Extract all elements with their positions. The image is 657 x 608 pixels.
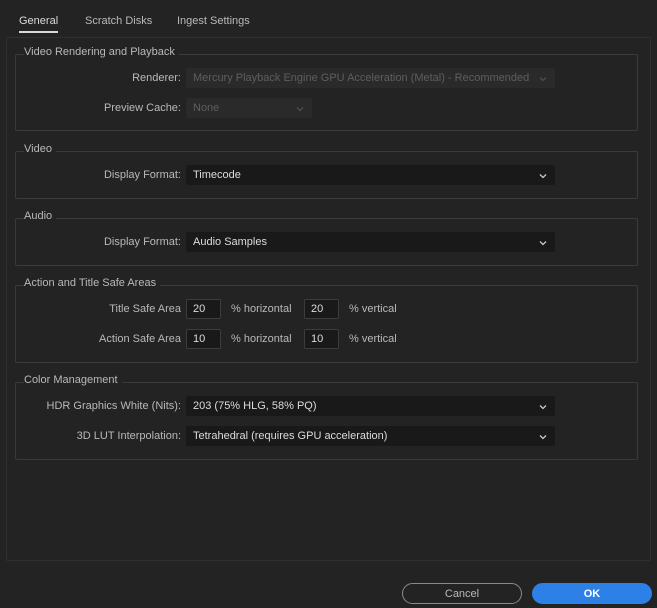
- hdr-white-label: HDR Graphics White (Nits):: [46, 400, 181, 412]
- title-safe-horizontal-input[interactable]: 20: [186, 299, 221, 319]
- lut-interpolation-select[interactable]: Tetrahedral (requires GPU acceleration): [186, 426, 555, 446]
- group-title: Video: [24, 143, 56, 155]
- action-safe-horizontal-input[interactable]: 10: [186, 329, 221, 349]
- hdr-white-select[interactable]: 203 (75% HLG, 58% PQ): [186, 396, 555, 416]
- ok-button[interactable]: OK: [532, 583, 652, 604]
- video-display-format-value: Timecode: [193, 169, 241, 181]
- tab-ingest-settings[interactable]: Ingest Settings: [177, 15, 250, 27]
- preview-cache-select: None: [186, 98, 312, 118]
- video-rendering-group: Video Rendering and Playback: [15, 46, 638, 131]
- action-safe-vertical-input[interactable]: 10: [304, 329, 339, 349]
- preview-cache-value: None: [193, 102, 220, 114]
- title-safe-label: Title Safe Area: [109, 303, 181, 315]
- vertical-unit-label: % vertical: [349, 333, 397, 345]
- active-tab-indicator: [19, 31, 58, 33]
- chevron-down-icon: [538, 432, 548, 442]
- vertical-unit-label: % vertical: [349, 303, 397, 315]
- tab-scratch-disks[interactable]: Scratch Disks: [85, 15, 152, 27]
- lut-interpolation-label: 3D LUT Interpolation:: [76, 430, 181, 442]
- lut-interpolation-value: Tetrahedral (requires GPU acceleration): [193, 430, 388, 442]
- audio-display-format-select[interactable]: Audio Samples: [186, 232, 555, 252]
- action-safe-label: Action Safe Area: [99, 333, 181, 345]
- chevron-down-icon: [538, 171, 548, 181]
- chevron-down-icon: [295, 104, 305, 114]
- cancel-button[interactable]: Cancel: [402, 583, 522, 604]
- tab-bar: General Scratch Disks Ingest Settings: [0, 0, 657, 34]
- renderer-value: Mercury Playback Engine GPU Acceleration…: [193, 72, 530, 84]
- hdr-white-value: 203 (75% HLG, 58% PQ): [193, 400, 317, 412]
- video-display-format-select[interactable]: Timecode: [186, 165, 555, 185]
- group-title: Color Management: [24, 374, 122, 386]
- preview-cache-label: Preview Cache:: [103, 102, 181, 114]
- audio-display-format-label: Display Format:: [103, 236, 181, 248]
- video-display-format-label: Display Format:: [103, 169, 181, 181]
- color-management-group: Color Management: [15, 374, 638, 460]
- tab-general[interactable]: General: [19, 15, 58, 27]
- horizontal-unit-label: % horizontal: [231, 333, 292, 345]
- title-safe-vertical-input[interactable]: 20: [304, 299, 339, 319]
- group-title: Action and Title Safe Areas: [24, 277, 161, 289]
- safe-areas-group: Action and Title Safe Areas: [15, 277, 638, 363]
- group-title: Audio: [24, 210, 57, 222]
- group-title: Video Rendering and Playback: [24, 46, 179, 58]
- renderer-label: Renderer:: [132, 72, 181, 84]
- horizontal-unit-label: % horizontal: [231, 303, 292, 315]
- chevron-down-icon: [538, 238, 548, 248]
- chevron-down-icon: [538, 402, 548, 412]
- audio-display-format-value: Audio Samples: [193, 236, 267, 248]
- chevron-down-icon: [538, 74, 548, 84]
- renderer-select: Mercury Playback Engine GPU Acceleration…: [186, 68, 555, 88]
